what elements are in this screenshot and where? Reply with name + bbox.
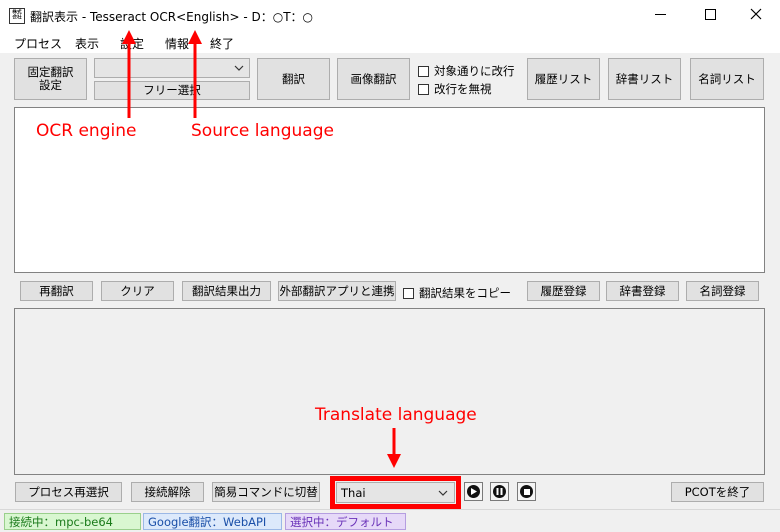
chevron-down-icon	[438, 490, 448, 496]
window-title: 翻訳表示 - Tesseract OCR<English> - D：○T：○	[30, 10, 313, 24]
simple-command-button[interactable]: 簡易コマンドに切替	[212, 482, 320, 502]
newline-by-target-label: 対象通りに改行	[434, 64, 515, 78]
pause-button[interactable]	[490, 482, 509, 501]
stop-icon	[520, 485, 533, 498]
register-dictionary-button[interactable]: 辞書登録	[606, 281, 679, 301]
status-bar: 接続中：mpc-be64 Google翻訳：WebAPI 選択中：デフォルト	[0, 509, 780, 532]
register-history-button[interactable]: 履歴登録	[527, 281, 600, 301]
title-bar: ㍿ 翻訳表示 - Tesseract OCR<English> - D：○T：○	[0, 0, 780, 31]
status-selected: 選択中：デフォルト	[285, 513, 406, 530]
register-noun-button[interactable]: 名詞登録	[686, 281, 759, 301]
minimize-icon[interactable]	[655, 14, 666, 15]
maximize-icon[interactable]	[705, 9, 716, 20]
menu-view[interactable]: 表示	[75, 35, 99, 52]
app-icon-glyph: ㍿	[12, 10, 22, 21]
pause-icon	[493, 485, 506, 498]
target-combo[interactable]	[94, 58, 250, 78]
copy-result-checkbox[interactable]: 翻訳結果をコピー	[403, 285, 511, 301]
ignore-newlines-label: 改行を無視	[434, 82, 492, 96]
stop-button[interactable]	[517, 482, 536, 501]
play-button[interactable]	[464, 482, 483, 501]
translate-language-select[interactable]: Thai	[336, 482, 455, 503]
output-result-button[interactable]: 翻訳結果出力	[182, 281, 271, 301]
checkbox-box[interactable]	[403, 287, 414, 299]
play-icon	[467, 485, 480, 498]
copy-result-label: 翻訳結果をコピー	[419, 286, 511, 300]
checkbox-box[interactable]	[418, 65, 429, 77]
external-app-button[interactable]: 外部翻訳アプリと連携	[278, 281, 396, 301]
translate-button[interactable]: 翻訳	[257, 58, 330, 100]
clear-button[interactable]: クリア	[101, 281, 174, 301]
menu-info[interactable]: 情報	[165, 35, 189, 52]
reselect-process-button[interactable]: プロセス再選択	[15, 482, 122, 502]
annotation-source-language: Source language	[191, 121, 334, 141]
menu-process[interactable]: プロセス	[14, 35, 62, 52]
noun-list-button[interactable]: 名詞リスト	[690, 58, 764, 100]
menu-bar: プロセス 表示 設定 情報 終了	[0, 31, 780, 53]
menu-settings[interactable]: 設定	[120, 35, 144, 52]
image-translate-button[interactable]: 画像翻訳	[337, 58, 410, 100]
history-list-button[interactable]: 履歴リスト	[527, 58, 600, 100]
free-select-button[interactable]: フリー選択	[94, 81, 250, 100]
translation-output-area[interactable]	[14, 308, 765, 475]
newline-by-target-checkbox[interactable]: 対象通りに改行	[418, 63, 515, 79]
status-connected: 接続中：mpc-be64	[4, 513, 141, 530]
chevron-down-icon	[234, 65, 244, 71]
ignore-newlines-checkbox[interactable]: 改行を無視	[418, 81, 492, 97]
close-icon[interactable]	[748, 6, 764, 22]
app-icon: ㍿	[9, 8, 25, 24]
checkbox-box[interactable]	[418, 83, 429, 95]
fixed-translation-settings-button[interactable]: 固定翻訳 設定	[14, 58, 87, 100]
dictionary-list-button[interactable]: 辞書リスト	[608, 58, 681, 100]
status-google: Google翻訳：WebAPI	[143, 513, 282, 530]
exit-pcot-button[interactable]: PCOTを終了	[671, 482, 764, 502]
annotation-ocr-engine: OCR engine	[36, 121, 137, 141]
translate-language-value: Thai	[341, 486, 366, 500]
retranslate-button[interactable]: 再翻訳	[20, 281, 93, 301]
menu-exit[interactable]: 終了	[210, 35, 234, 52]
annotation-translate-language: Translate language	[315, 405, 477, 425]
disconnect-button[interactable]: 接続解除	[131, 482, 204, 502]
